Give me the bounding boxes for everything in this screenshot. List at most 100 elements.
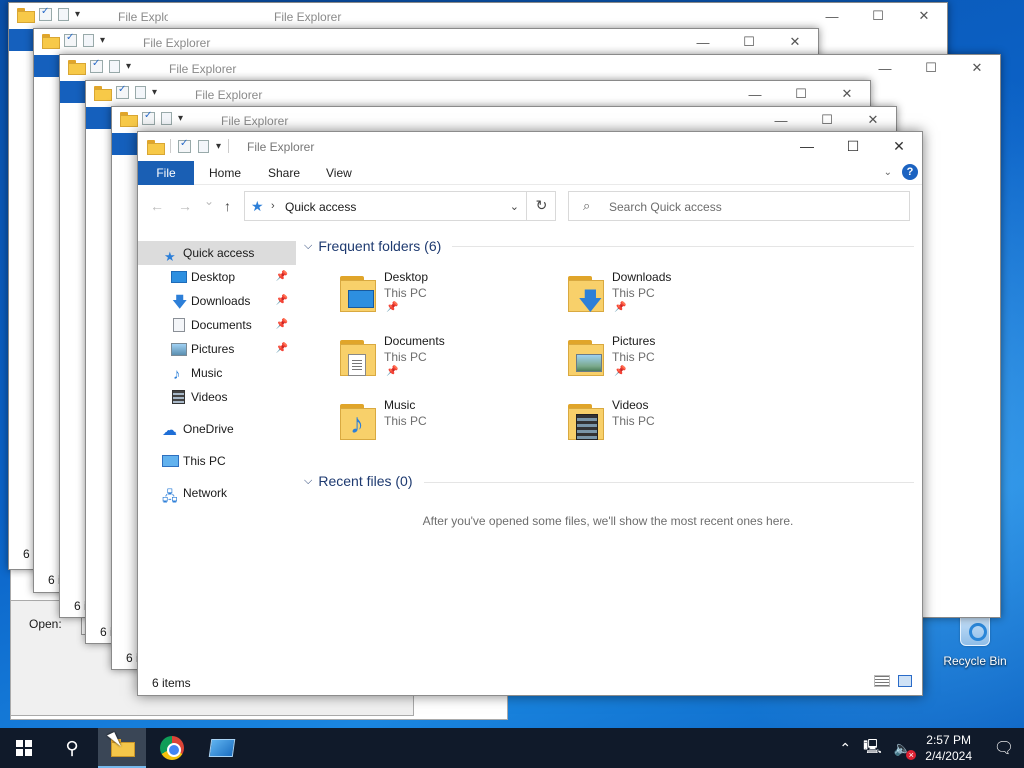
- close-button[interactable]: ✕: [772, 29, 818, 55]
- network-icon[interactable]: 🖳: [863, 736, 882, 760]
- minimize-button[interactable]: —: [732, 81, 778, 107]
- taskbar-chrome[interactable]: [148, 728, 196, 768]
- new-folder-icon[interactable]: [198, 139, 209, 153]
- music-icon: ♪: [350, 408, 364, 439]
- expand-ribbon-icon[interactable]: ⌄: [884, 167, 892, 178]
- pin-icon[interactable]: 📌: [276, 265, 288, 289]
- folder-tile-pictures[interactable]: Pictures This PC 📌: [566, 334, 786, 390]
- back-button[interactable]: ←: [150, 198, 164, 214]
- folder-tile-music[interactable]: ♪ Music This PC: [338, 398, 558, 454]
- new-folder-icon[interactable]: [135, 86, 146, 99]
- maximize-button[interactable]: ☐: [908, 55, 954, 81]
- up-button[interactable]: ↑: [224, 198, 231, 214]
- folder-tile-downloads[interactable]: 🡇 Downloads This PC 📌: [566, 270, 786, 326]
- properties-icon[interactable]: [142, 110, 155, 125]
- close-button[interactable]: ✕: [850, 107, 896, 133]
- recent-locations-button[interactable]: ⌄: [204, 194, 214, 208]
- close-button[interactable]: ✕: [824, 81, 870, 107]
- sidebar-item-network[interactable]: 🖧 Network: [138, 481, 296, 505]
- close-button[interactable]: ✕: [954, 55, 1000, 81]
- folder-tile-videos[interactable]: Videos This PC: [566, 398, 786, 454]
- minimize-button[interactable]: —: [809, 3, 855, 29]
- properties-icon[interactable]: [39, 6, 52, 21]
- sidebar-item-music[interactable]: ♪ Music: [138, 361, 296, 385]
- customize-toolbar-icon[interactable]: ▾: [152, 87, 157, 98]
- new-folder-icon[interactable]: [83, 34, 94, 47]
- taskbar-remote-desktop[interactable]: [198, 728, 246, 768]
- customize-toolbar-icon[interactable]: ▾: [100, 35, 105, 46]
- minimize-button[interactable]: —: [784, 132, 830, 160]
- show-hidden-icons-icon[interactable]: ⌃: [839, 740, 851, 757]
- minimize-button[interactable]: —: [862, 55, 908, 81]
- large-icons-view-icon[interactable]: [898, 675, 912, 687]
- title-bar[interactable]: ▾ File Explorer — ☐ ✕: [138, 132, 922, 160]
- refresh-button[interactable]: ↻: [526, 191, 556, 221]
- customize-toolbar-icon[interactable]: ▾: [178, 113, 183, 124]
- recent-files-header[interactable]: ⌵ Recent files (0): [304, 473, 413, 489]
- forward-button[interactable]: →: [178, 198, 192, 214]
- volume-muted-icon[interactable]: 🔈: [894, 740, 917, 760]
- content-pane: ⌵ Frequent folders (6) Desktop This PC 📌…: [302, 232, 914, 662]
- sidebar-item-quick-access[interactable]: ★ Quick access: [138, 241, 296, 265]
- sidebar-item-desktop[interactable]: Desktop 📌: [138, 265, 296, 289]
- maximize-button[interactable]: ☐: [804, 107, 850, 133]
- close-button[interactable]: ✕: [901, 3, 947, 29]
- sidebar-item-pictures[interactable]: Pictures 📌: [138, 337, 296, 361]
- sidebar-item-onedrive[interactable]: ☁ OneDrive: [138, 417, 296, 441]
- divider: [228, 139, 230, 153]
- search-button[interactable]: ⚲: [48, 728, 96, 768]
- customize-toolbar-icon[interactable]: ▾: [126, 61, 131, 72]
- tab-share[interactable]: Share: [268, 161, 300, 185]
- tab-file[interactable]: File: [138, 161, 194, 185]
- folder-tile-documents[interactable]: Documents This PC 📌: [338, 334, 558, 390]
- sidebar-item-label: This PC: [183, 454, 226, 468]
- close-button[interactable]: ✕: [876, 132, 922, 160]
- folder-icon: [42, 34, 60, 49]
- pin-icon[interactable]: 📌: [276, 337, 288, 361]
- properties-icon[interactable]: [64, 32, 77, 47]
- clock[interactable]: 2:57 PM 2/4/2024: [925, 732, 972, 764]
- recycle-bin[interactable]: Recycle Bin: [938, 612, 1012, 668]
- pin-icon[interactable]: 📌: [276, 313, 288, 337]
- music-icon: ♪: [173, 366, 181, 383]
- address-bar[interactable]: ★ › Quick access ⌄: [244, 191, 556, 221]
- folder-name: Music: [384, 398, 416, 412]
- minimize-button[interactable]: —: [680, 29, 726, 55]
- minimize-button[interactable]: —: [758, 107, 804, 133]
- tab-view[interactable]: View: [326, 161, 352, 185]
- help-icon[interactable]: ?: [902, 164, 918, 180]
- search-input[interactable]: ⌕ Search Quick access: [568, 191, 910, 221]
- maximize-button[interactable]: ☐: [726, 29, 772, 55]
- new-folder-icon[interactable]: [161, 112, 172, 125]
- chevron-right-icon[interactable]: ›: [271, 200, 275, 212]
- pin-icon[interactable]: 📌: [276, 289, 288, 313]
- taskbar-file-explorer[interactable]: [98, 728, 146, 768]
- sidebar-item-documents[interactable]: Documents 📌: [138, 313, 296, 337]
- explorer-window-active[interactable]: ▾ File Explorer — ☐ ✕ File Home Share Vi…: [137, 131, 923, 696]
- address-dropdown-button[interactable]: ⌄: [510, 200, 519, 213]
- clock-time: 2:57 PM: [926, 733, 971, 747]
- sidebar-item-videos[interactable]: Videos: [138, 385, 296, 409]
- frequent-folders-header[interactable]: ⌵ Frequent folders (6): [304, 238, 441, 254]
- maximize-button[interactable]: ☐: [830, 132, 876, 160]
- new-folder-icon[interactable]: [58, 8, 69, 21]
- maximize-button[interactable]: ☐: [778, 81, 824, 107]
- folder-tile-desktop[interactable]: Desktop This PC 📌: [338, 270, 558, 326]
- action-center-icon[interactable]: 🗨: [984, 728, 1024, 768]
- tab-home[interactable]: Home: [209, 161, 241, 185]
- properties-icon[interactable]: [116, 84, 129, 99]
- run-open-label: Open:: [29, 617, 62, 631]
- details-view-icon[interactable]: [874, 675, 890, 687]
- sidebar-item-downloads[interactable]: 🡇 Downloads 📌: [138, 289, 296, 313]
- start-button[interactable]: [0, 728, 48, 768]
- customize-toolbar-icon[interactable]: ▾: [216, 141, 221, 152]
- customize-toolbar-icon[interactable]: ▾: [75, 9, 80, 20]
- properties-icon[interactable]: [90, 58, 103, 73]
- navigation-bar: ← → ⌄ ↑ ★ › Quick access ⌄ ↻ ⌕ Search Qu…: [138, 186, 922, 226]
- desktop-icon: [348, 290, 374, 308]
- new-folder-icon[interactable]: [109, 60, 120, 73]
- sidebar-item-this-pc[interactable]: This PC: [138, 449, 296, 473]
- properties-icon[interactable]: [178, 138, 191, 153]
- folder-name: Downloads: [612, 270, 672, 284]
- maximize-button[interactable]: ☐: [855, 3, 901, 29]
